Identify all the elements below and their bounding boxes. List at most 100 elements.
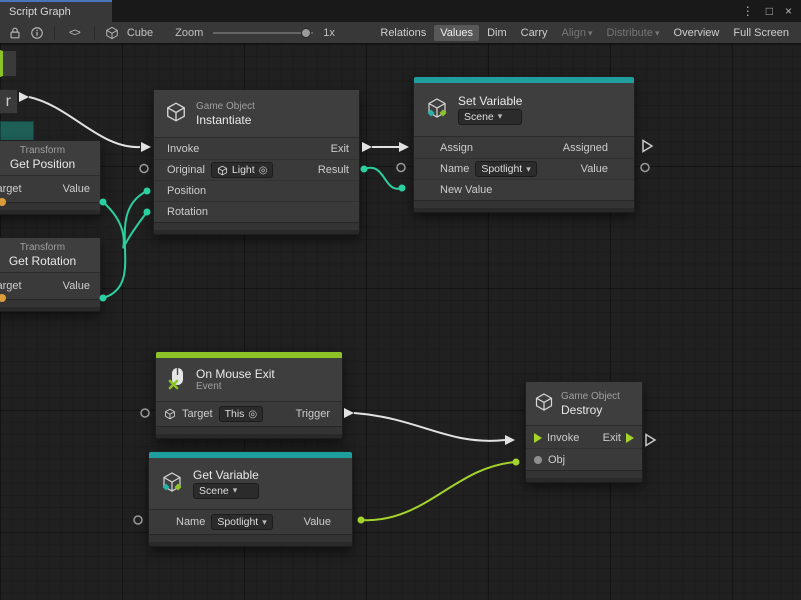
distribute-dropdown[interactable]: Distribute▾	[601, 25, 666, 41]
unity-script-graph-window: Script Graph ⋮ □ × <> Cube Zoom 1x	[0, 0, 801, 600]
port-destroy-exit-output[interactable]	[646, 435, 655, 446]
port-onmouseexit-trigger-output[interactable]	[344, 408, 354, 418]
node-footer	[156, 426, 342, 438]
wire-getrotation-value[interactable]	[103, 191, 147, 298]
code-icon[interactable]: <>	[69, 27, 80, 39]
variable-scope-dropdown[interactable]: Scene ▾	[193, 483, 259, 499]
port-setvariable-newvalue-input[interactable]	[399, 185, 406, 192]
relations-button[interactable]: Relations	[374, 25, 432, 41]
port-label-trigger: Trigger	[296, 408, 330, 420]
port-destroy-invoke-input[interactable]	[505, 435, 515, 445]
node-footer	[0, 299, 100, 311]
port-instantiate-result-output[interactable]	[361, 166, 368, 173]
port-instantiate-exit-output[interactable]	[362, 142, 372, 152]
mouse-icon	[167, 366, 187, 394]
zoom-slider-track[interactable]	[213, 32, 313, 34]
node-destroy[interactable]: Game Object Destroy Invoke Exit Obj	[525, 381, 643, 483]
port-fragment-output-arrow[interactable]	[19, 92, 29, 102]
zoom-slider-knob[interactable]	[301, 28, 311, 38]
node-title: Get Rotation	[9, 255, 76, 267]
port-row: Name Spotlight ▾ Value	[149, 510, 352, 534]
object-picker-icon[interactable]: ◎	[248, 409, 257, 420]
flow-arrow-icon	[534, 433, 542, 443]
port-setvariable-name-input[interactable]	[397, 164, 405, 172]
node-get-variable[interactable]: Get Variable Scene ▾ Name Spotlight ▾ Va…	[148, 451, 353, 547]
wire-trigger-to-destroy[interactable]	[354, 413, 505, 441]
port-getvariable-value-output[interactable]	[358, 517, 365, 524]
port-label-value: Value	[304, 516, 331, 528]
original-object-field[interactable]: Light ◎	[211, 162, 274, 178]
node-category: Transform	[20, 243, 65, 253]
node-title: Instantiate	[196, 114, 255, 126]
node-get-position[interactable]: Transform Get Position Target Value	[0, 140, 101, 215]
port-row: Rotation	[154, 201, 359, 222]
full-screen-button[interactable]: Full Screen	[727, 25, 795, 41]
node-header: Game Object Destroy	[526, 382, 642, 426]
zoom-slider[interactable]	[213, 26, 313, 40]
overview-button[interactable]: Overview	[668, 25, 726, 41]
node-category: Game Object	[196, 102, 255, 112]
port-instantiate-invoke-input[interactable]	[141, 142, 151, 152]
port-row: Position	[154, 180, 359, 201]
cube-icon	[165, 101, 187, 126]
tab-script-graph[interactable]: Script Graph	[0, 0, 112, 22]
cube-icon	[164, 408, 176, 420]
wire-getposition-value[interactable]	[103, 202, 147, 248]
wires-layer	[0, 44, 801, 600]
port-instantiate-rotation-input[interactable]	[144, 209, 151, 216]
maximize-icon[interactable]: □	[766, 5, 773, 17]
node-set-variable[interactable]: Set Variable Scene ▾ Assign Assigned Nam…	[413, 76, 635, 213]
clipped-node-fragment[interactable]: r	[0, 89, 18, 114]
object-field-value: Light	[232, 164, 255, 176]
port-onmouseexit-target-input[interactable]	[141, 409, 149, 417]
node-instantiate[interactable]: Game Object Instantiate Invoke Exit Orig…	[153, 89, 360, 235]
port-row: Original Light ◎ Result	[154, 159, 359, 180]
node-footer	[154, 222, 359, 234]
node-title: Get Position	[10, 158, 75, 170]
port-label-position: Position	[167, 185, 206, 197]
object-picker-icon[interactable]: ◎	[259, 165, 268, 176]
variable-name-dropdown[interactable]: Spotlight ▾	[211, 514, 272, 530]
port-instantiate-original-input[interactable]	[140, 165, 148, 173]
graph-toolbar: <> Cube Zoom 1x Relations Values Dim Car…	[0, 22, 801, 44]
values-button[interactable]: Values	[434, 25, 479, 41]
node-get-rotation[interactable]: Transform Get Rotation Target Value	[0, 237, 101, 312]
port-destroy-obj-input[interactable]	[513, 459, 520, 466]
chevron-down-icon: ▾	[526, 164, 531, 175]
zoom-control: Zoom 1x	[171, 26, 339, 40]
port-setvariable-assigned-output[interactable]	[643, 141, 652, 152]
cube-icon	[534, 392, 554, 415]
graph-canvas[interactable]: r Transform Get Position Target Value Tr…	[0, 44, 801, 600]
target-object-field[interactable]: This ◎	[219, 406, 264, 422]
wire-result-to-newvalue[interactable]	[364, 168, 402, 189]
clipped-node-fragment[interactable]	[0, 121, 34, 141]
clipped-node-fragment[interactable]	[0, 50, 17, 77]
node-footer	[0, 202, 100, 214]
variable-name-dropdown[interactable]: Spotlight ▾	[475, 161, 536, 177]
chevron-down-icon: ▾	[655, 28, 660, 38]
node-category: Game Object	[561, 392, 620, 402]
flow-arrow-icon	[626, 433, 634, 443]
node-title: Set Variable	[458, 95, 522, 107]
variable-scope-dropdown[interactable]: Scene ▾	[458, 109, 522, 125]
kebab-menu-icon[interactable]: ⋮	[742, 5, 754, 17]
window-controls: ⋮ □ ×	[742, 0, 801, 22]
node-on-mouse-exit[interactable]: On Mouse Exit Event Target This ◎ Trigge…	[155, 351, 343, 439]
port-instantiate-position-input[interactable]	[144, 188, 151, 195]
chevron-down-icon: ▾	[588, 28, 593, 38]
wire-getvariable-to-obj[interactable]	[361, 462, 516, 520]
node-footer	[414, 200, 634, 212]
port-setvariable-assign-input[interactable]	[399, 142, 409, 152]
node-subtitle: Event	[196, 382, 275, 392]
lock-icon[interactable]	[4, 24, 26, 42]
carry-button[interactable]: Carry	[515, 25, 554, 41]
port-getvariable-name-input[interactable]	[134, 516, 142, 524]
close-icon[interactable]: ×	[785, 5, 792, 17]
port-label-rotation: Rotation	[167, 206, 208, 218]
port-setvariable-value-output[interactable]	[641, 164, 649, 172]
chevron-down-icon: ▾	[498, 111, 503, 122]
port-row: New Value	[414, 179, 634, 200]
align-dropdown[interactable]: Align▾	[556, 25, 599, 41]
dim-button[interactable]: Dim	[481, 25, 513, 41]
info-icon[interactable]	[26, 24, 48, 42]
